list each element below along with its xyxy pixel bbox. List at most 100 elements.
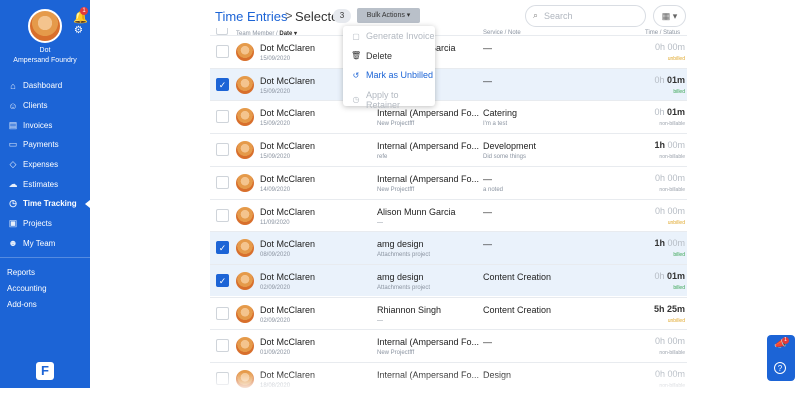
- avatar: [236, 75, 254, 94]
- gear-icon[interactable]: ⚙: [74, 25, 83, 36]
- menu-item-label: Mark as Unbilled: [366, 70, 434, 80]
- team-member-name: Dot McClaren: [260, 337, 316, 348]
- select-all-checkbox[interactable]: [216, 28, 228, 35]
- row-checkbox[interactable]: [216, 175, 229, 189]
- row-checkbox[interactable]: ✓: [216, 77, 229, 91]
- duration-hours: 0h: [654, 107, 665, 118]
- duration-hours: 0h: [654, 205, 665, 216]
- client-name: Internal (Ampersand Fo...: [377, 141, 480, 152]
- sidebar-item-expenses[interactable]: ◇ Expenses: [0, 155, 90, 175]
- sidebar-item-my-team[interactable]: ☻ My Team: [0, 234, 90, 254]
- table-row[interactable]: Dot McClaren 01/09/2020 Internal (Ampersan…: [210, 329, 687, 362]
- service-name: —: [483, 75, 492, 86]
- table-row[interactable]: Dot McClaren 14/09/2020 Internal (Ampersan…: [210, 165, 687, 199]
- status-badge: billed: [673, 88, 685, 95]
- notification-badge: 1: [80, 7, 88, 15]
- sidebar-item-label: Time Tracking: [23, 199, 77, 209]
- bulk-actions-menu: ▢ Generate Invoice 🗑 Delete ↺ Mark as Unbille…: [343, 26, 435, 110]
- row-checkbox[interactable]: [216, 110, 229, 124]
- table-row[interactable]: Dot McClaren 15/09/2020 Internal (Ampersan…: [210, 100, 687, 133]
- invoices-icon: ▤: [8, 119, 18, 130]
- row-checkbox[interactable]: [216, 208, 229, 222]
- service-name: —: [483, 337, 492, 348]
- avatar: [236, 43, 254, 61]
- row-checkbox[interactable]: ✓: [216, 241, 229, 255]
- service-name: Catering: [483, 108, 518, 119]
- row-checkbox[interactable]: [216, 339, 229, 353]
- projects-icon: ▣: [8, 218, 18, 229]
- table-row[interactable]: ✓ Dot McClaren 02/09/2020 amg design Attachm…: [210, 263, 687, 297]
- search-input[interactable]: Search: [525, 5, 646, 27]
- row-checkbox[interactable]: [216, 45, 229, 58]
- entry-duration: 0h 00m: [655, 336, 685, 346]
- status-badge: non-billable: [659, 186, 685, 193]
- payments-icon: ▭: [8, 139, 18, 150]
- menu-item-mark-as-unbilled[interactable]: ↺ Mark as Unbilled: [351, 70, 433, 80]
- sidebar-item-add-ons[interactable]: Add-ons: [0, 296, 90, 312]
- entry-duration: 0h 00m: [655, 42, 685, 52]
- team-member-name: Dot McClaren: [260, 206, 316, 217]
- user-avatar[interactable]: [28, 9, 62, 43]
- sidebar-item-invoices[interactable]: ▤ Invoices: [0, 115, 90, 135]
- table-row[interactable]: ✓Dot McClaren15/09/2020——0h 01mbilled: [210, 67, 687, 101]
- entry-date: 11/09/2020: [260, 219, 290, 226]
- org-name: Ampersand Foundry: [13, 57, 77, 64]
- menu-item-apply-to-retainer: ◷ Apply to Retainer: [351, 90, 435, 110]
- entry-date: 01/09/2020: [260, 350, 291, 357]
- table-row[interactable]: ✓ Dot McClaren 08/09/2020 amg design Attachm…: [210, 231, 687, 264]
- menu-item-delete[interactable]: 🗑 Delete: [351, 51, 392, 61]
- sidebar-item-dashboard[interactable]: ⌂ Dashboard: [0, 76, 90, 96]
- entry-date: 15/09/2020: [260, 56, 291, 62]
- row-checkbox[interactable]: [216, 143, 229, 157]
- bottom-fade: [90, 372, 800, 388]
- team-member-name: Dot McClaren: [260, 108, 316, 119]
- table-row[interactable]: Dot McClaren15/09/2020Alison Munn Garcia…: [210, 35, 687, 68]
- service-name: Development: [483, 141, 537, 152]
- row-checkbox[interactable]: ✓: [216, 273, 229, 287]
- status-badge: billed: [673, 284, 685, 291]
- duration-minutes: 25m: [666, 303, 685, 314]
- entry-duration: 0h 01m: [654, 107, 685, 117]
- status-badge: non-billable: [659, 154, 685, 161]
- status-badge: non-billable: [659, 350, 685, 357]
- team-member-name: Dot McClaren: [260, 75, 316, 86]
- duration-minutes: 00m: [667, 205, 685, 216]
- estimates-icon: ☁: [8, 178, 18, 189]
- page-title: Time Entries: [215, 9, 288, 24]
- row-checkbox[interactable]: [216, 306, 229, 320]
- entry-date: 02/09/2020: [260, 317, 291, 324]
- duration-hours: 0h: [654, 336, 665, 347]
- sidebar-item-estimates[interactable]: ☁ Estimates: [0, 174, 90, 194]
- duration-hours: 0h: [654, 270, 665, 281]
- status-badge: unbilled: [667, 219, 685, 226]
- help-button[interactable]: ?: [774, 362, 786, 374]
- duration-minutes: 00m: [667, 140, 685, 151]
- calendar-filter-button[interactable]: ▦ ▾: [653, 5, 686, 27]
- sidebar-item-reports[interactable]: Reports: [0, 264, 90, 280]
- sidebar-item-projects[interactable]: ▣ Projects: [0, 214, 90, 234]
- table-row[interactable]: Dot McClaren 15/09/2020 Internal (Ampersan…: [210, 133, 687, 166]
- sidebar-item-payments[interactable]: ▭ Payments: [0, 135, 90, 155]
- entry-duration: 0h 00m: [655, 206, 685, 216]
- table-row[interactable]: Dot McClaren 11/09/2020 Alison Munn Garcia…: [210, 198, 687, 232]
- project-name: Attachments project: [377, 284, 431, 291]
- table-row[interactable]: Dot McClaren 02/09/2020 Rhiannon Singh — Con…: [210, 296, 687, 330]
- sidebar-item-time-tracking[interactable]: ◷ Time Tracking: [0, 194, 90, 214]
- client-name: Rhiannon Singh: [377, 304, 442, 315]
- sidebar-item-label: Expenses: [23, 160, 59, 170]
- entry-duration: 1h 00m: [654, 140, 685, 150]
- sidebar-item-clients[interactable]: ☺ Clients: [0, 96, 90, 116]
- duration-minutes: 00m: [667, 336, 685, 347]
- bulk-actions-button[interactable]: Bulk Actions ▾: [357, 8, 420, 23]
- breadcrumb-separator: >: [285, 8, 293, 23]
- sidebar-item-accounting[interactable]: Accounting: [0, 280, 90, 296]
- undo-icon: ↺: [352, 70, 360, 80]
- team-member-name: Dot McClaren: [260, 239, 316, 250]
- sidebar-item-label: Invoices: [23, 120, 53, 130]
- service-name: —: [483, 239, 492, 250]
- avatar: [236, 337, 254, 356]
- project-name: —: [377, 317, 383, 324]
- sidebar-nav: ⌂ Dashboard ☺ Clients ▤ Invoices ▭ Payments ◇ Exp…: [0, 76, 90, 312]
- team-member-name: Dot McClaren: [260, 141, 316, 152]
- project-name: New Projectfff: [377, 350, 415, 357]
